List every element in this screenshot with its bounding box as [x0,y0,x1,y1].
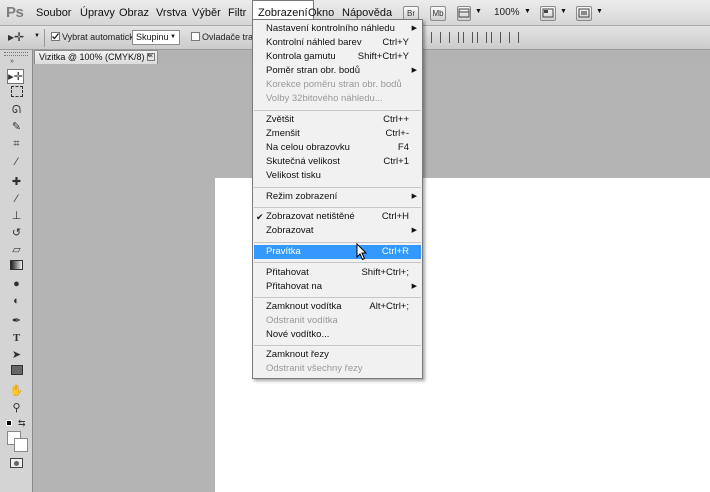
chevron-down-icon[interactable]: ▼ [34,33,40,39]
menu-item-show[interactable]: Zobrazovat ▶ [254,224,421,238]
menu-separator [254,242,421,243]
zoom-level[interactable]: 100% [494,0,520,26]
photoshop-logo: Ps [6,4,24,21]
screen-mode-icon[interactable] [576,6,592,21]
align-icon[interactable] [431,32,441,43]
auto-select-label: Vybrat automaticky: [62,32,141,42]
grid-icon [458,8,470,18]
menu-separator [254,207,421,208]
auto-select-checkbox[interactable] [51,32,60,41]
auto-align-icon[interactable] [509,32,519,43]
type-tool-icon[interactable]: T [8,331,25,346]
path-selection-tool-icon[interactable]: ➤ [8,348,25,363]
align-icon[interactable] [477,32,487,43]
shape-tool-icon[interactable] [8,365,25,380]
menu-item-clear-slices: Odstranit všechny řezy [266,363,363,374]
panel-grip[interactable] [4,52,28,56]
chevron-down-icon[interactable]: ▼ [475,8,482,15]
mouse-cursor-icon [356,243,368,261]
layout-icon [542,8,554,18]
menu-item-lock-slices[interactable]: Zamknout řezy [254,348,421,362]
menu-item-proof-setup[interactable]: Nastavení kontrolního náhledu ▶ [254,22,421,36]
close-tab-icon[interactable]: × [147,53,155,61]
history-brush-tool-icon[interactable]: ↺ [8,226,25,241]
align-icon[interactable] [449,32,459,43]
chevron-down-icon[interactable]: ▼ [560,8,567,15]
menu-file[interactable]: Soubor [31,0,76,26]
chevron-down-icon[interactable]: ▼ [596,8,603,15]
pen-tool-icon[interactable]: ✒ [8,314,25,329]
submenu-arrow-icon: ▶ [411,67,417,74]
healing-brush-tool-icon[interactable]: ✚ [8,175,25,190]
gradient-tool-icon[interactable] [8,260,25,275]
collapse-icon[interactable]: » [10,58,14,65]
view-menu-dropdown: Nastavení kontrolního náhledu ▶ Kontrolní… [252,19,423,379]
menu-item-pixel-aspect-correction: Korekce poměru stran obr. bodů [266,79,402,90]
zoom-tool-icon[interactable]: ⚲ [8,401,25,416]
brush-tool-icon[interactable]: ∕ [8,192,25,207]
divider [44,29,45,47]
menu-item-pixel-aspect-ratio[interactable]: Poměr stran obr. bodů ▶ [254,64,421,78]
arrange-documents-icon[interactable] [540,6,556,21]
submenu-arrow-icon: ▶ [411,193,417,200]
minibridge-button[interactable]: Mb [430,6,446,21]
move-tool-icon[interactable]: ▸✛ [7,69,24,84]
menu-item-screen-mode[interactable]: Režim zobrazení ▶ [254,190,421,204]
quick-mask-icon[interactable] [10,458,23,468]
auto-select-value: Skupinu [136,32,169,42]
transform-controls-checkbox[interactable] [191,32,200,41]
menu-item-zoom-in[interactable]: Zvětšit Ctrl++ [254,113,421,127]
menu-item-gamut-warning[interactable]: Kontrola gamutu Shift+Ctrl+Y [254,50,421,64]
align-icon[interactable] [491,32,501,43]
menu-item-zoom-out[interactable]: Zmenšit Ctrl+- [254,127,421,141]
blur-tool-icon[interactable]: ● [8,277,25,292]
align-icon[interactable] [463,32,473,43]
chevron-down-icon[interactable]: ▼ [524,8,531,15]
menu-separator [254,345,421,346]
swap-colors-icon[interactable]: ⇆ [18,418,26,429]
move-tool-icon[interactable]: ▸✛ [8,30,24,44]
menu-filter[interactable]: Filtr [223,0,251,26]
menu-item-extras[interactable]: ✔ Zobrazovat netištěné Ctrl+H [254,210,421,224]
menu-item-lock-guides[interactable]: Zamknout vodítka Alt+Ctrl+; [254,300,421,314]
document-tab[interactable]: Vizitka @ 100% (CMYK/8) * [34,50,158,64]
clone-stamp-tool-icon[interactable]: ⊥ [8,209,25,224]
menu-item-actual-pixels[interactable]: Skutečná velikost Ctrl+1 [254,155,421,169]
menu-image[interactable]: Obraz [114,0,154,26]
lasso-tool-icon[interactable]: ᘏ [8,103,25,118]
menu-select[interactable]: Výběr [187,0,226,26]
menu-layer[interactable]: Vrstva [151,0,192,26]
menu-separator [254,262,421,263]
menu-item-snap[interactable]: Přitahovat Shift+Ctrl+; [254,266,421,280]
menu-item-clear-guides: Odstranit vodítka [266,315,338,326]
menu-item-fit-on-screen[interactable]: Na celou obrazovku F4 [254,141,421,155]
dodge-tool-icon[interactable]: ◐ [8,294,25,309]
menu-item-new-guide[interactable]: Nové vodítko... [254,328,421,342]
menu-item-proof-colors[interactable]: Kontrolní náhled barev Ctrl+Y [254,36,421,50]
auto-select-dropdown[interactable]: Skupinu ▼ [132,30,180,45]
menu-item-snap-to[interactable]: Přitahovat na ▶ [254,280,421,294]
submenu-arrow-icon: ▶ [411,283,417,290]
eraser-tool-icon[interactable]: ▱ [8,243,25,258]
submenu-arrow-icon: ▶ [411,227,417,234]
check-icon [52,33,60,40]
eyedropper-tool-icon[interactable]: ⁄ [8,155,25,170]
quick-selection-tool-icon[interactable]: ✎ [8,120,25,135]
chevron-down-icon: ▼ [170,34,176,40]
background-color-swatch[interactable] [14,438,28,452]
check-icon: ✔ [256,212,264,222]
menu-item-rulers[interactable]: Pravítka Ctrl+R [254,245,421,259]
hand-tool-icon[interactable]: ✋ [8,384,25,399]
screen-icon [578,8,590,18]
view-extras-icon[interactable] [457,6,471,21]
crop-tool-icon[interactable]: ⌗ [8,137,25,152]
menu-item-print-size[interactable]: Velikost tisku [254,169,421,183]
marquee-tool-icon[interactable] [8,86,25,101]
menu-separator [254,297,421,298]
menu-separator [254,110,421,111]
submenu-arrow-icon: ▶ [411,25,417,32]
menu-item-32bit-preview: Volby 32bitového náhledu... [266,93,383,104]
default-colors-icon[interactable] [6,420,12,426]
menu-separator [254,187,421,188]
